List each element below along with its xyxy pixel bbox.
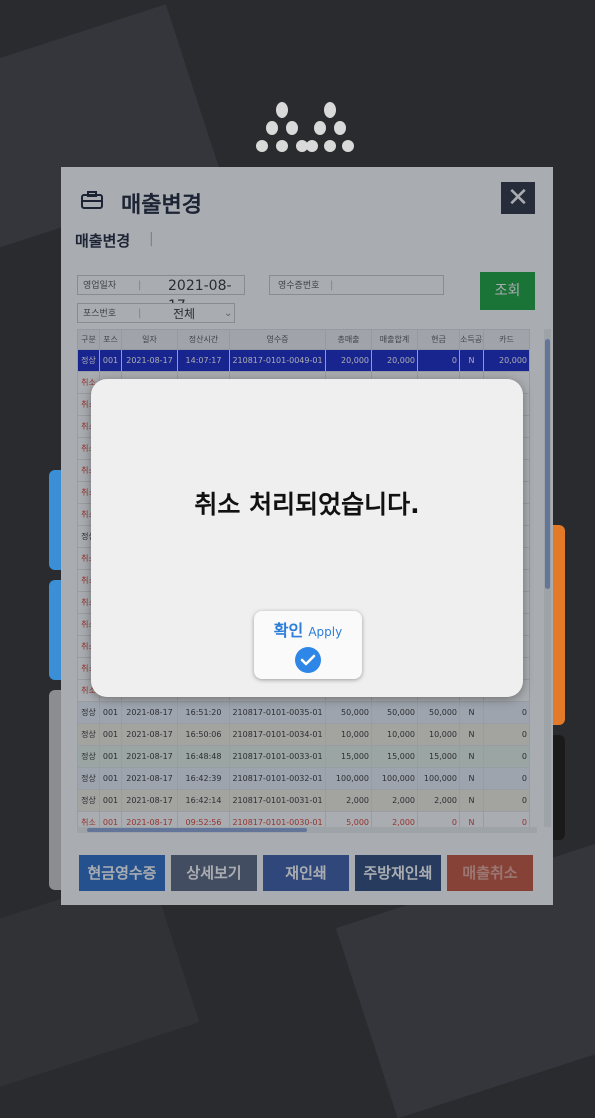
apply-button[interactable]: 확인 Apply [254, 611, 362, 679]
confirm-dialog: 취소 처리되었습니다. 확인 Apply [91, 379, 523, 697]
side-tab [49, 580, 61, 680]
side-tab [49, 690, 61, 890]
apply-label-ko: 확인 [273, 621, 304, 640]
dialog-message: 취소 처리되었습니다. [194, 490, 420, 519]
brand-logo-icon [256, 102, 354, 152]
side-tab [49, 470, 61, 570]
apply-label-en: Apply [308, 625, 343, 639]
side-tab [553, 735, 565, 840]
check-circle-icon [295, 647, 321, 673]
side-tab [553, 525, 565, 725]
